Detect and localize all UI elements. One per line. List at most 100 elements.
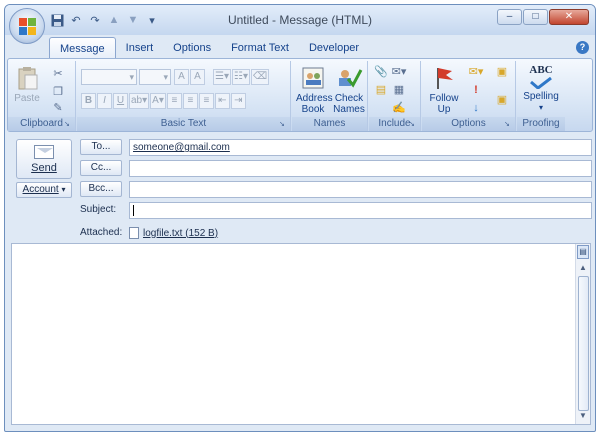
format-painter-icon[interactable]: ✎ xyxy=(50,101,66,115)
tab-insert[interactable]: Insert xyxy=(116,37,164,59)
copy-icon[interactable]: ❐ xyxy=(50,85,66,99)
subject-field[interactable] xyxy=(129,202,592,219)
delivery-icon[interactable]: ▣ xyxy=(494,93,510,107)
align-left-icon[interactable]: ≡ xyxy=(166,93,182,109)
include-launcher-icon[interactable]: ↘ xyxy=(409,120,418,129)
font-size-combo[interactable] xyxy=(139,69,171,85)
options-group: Follow Up ✉▾ ! ↓ ▣ ▣ Options ↘ xyxy=(422,61,516,131)
attached-label: Attached: xyxy=(80,227,123,238)
grow-font-button[interactable]: A xyxy=(174,69,189,85)
scroll-thumb[interactable] xyxy=(578,276,589,411)
basic-text-group-label: Basic Text xyxy=(77,117,290,131)
account-button[interactable]: Account ▾ xyxy=(16,182,72,198)
clear-formatting-icon[interactable]: ⌫ xyxy=(250,69,270,85)
check-names-icon xyxy=(339,69,363,88)
underline-button[interactable]: U xyxy=(113,93,128,109)
high-importance-icon[interactable]: ! xyxy=(468,83,484,97)
spelling-abc-text: ABC xyxy=(529,64,553,76)
shrink-font-button[interactable]: A xyxy=(190,69,205,85)
names-group: Address Book Check Names Names xyxy=(292,61,368,131)
paste-label: Paste xyxy=(14,93,40,104)
envelope-icon xyxy=(34,145,54,159)
align-center-icon[interactable]: ≡ xyxy=(182,93,198,109)
font-color-icon[interactable]: A▾ xyxy=(150,93,166,109)
font-size-buttons: A A xyxy=(174,69,205,85)
address-book-label-1: Address xyxy=(296,93,333,104)
window-controls: – □ ✕ xyxy=(497,9,589,25)
paste-button[interactable]: Paste xyxy=(12,65,42,104)
attach-item-icon[interactable]: ✉▾ xyxy=(391,65,407,79)
numbering-icon[interactable]: ☷▾ xyxy=(231,69,250,85)
check-names-label-1: Check xyxy=(334,93,364,104)
cc-button[interactable]: Cc... xyxy=(80,160,122,176)
ruler-toggle-icon[interactable]: ▤ xyxy=(577,245,589,259)
tab-developer[interactable]: Developer xyxy=(299,37,369,59)
minimize-button[interactable]: – xyxy=(497,9,522,25)
send-button[interactable]: Send xyxy=(16,139,72,179)
check-names-button[interactable]: Check Names xyxy=(332,65,366,115)
calendar-icon[interactable]: ▦ xyxy=(391,83,407,97)
follow-up-flag-icon xyxy=(437,68,453,89)
office-button[interactable] xyxy=(9,8,45,44)
decrease-indent-icon[interactable]: ⇤ xyxy=(214,93,230,109)
follow-up-label-1: Follow xyxy=(429,93,459,104)
spelling-label: Spelling xyxy=(523,91,559,102)
account-dropdown-icon: ▾ xyxy=(61,185,66,194)
cc-field[interactable] xyxy=(129,160,592,177)
attachment-item[interactable]: logfile.txt (152 B) xyxy=(129,225,218,241)
basic-text-group: A A ☰▾ ☷▾ ⌫ B I U ab▾ A▾ ≡ ≡ ≡ ⇤ ⇥ Basic… xyxy=(77,61,291,131)
address-book-icon xyxy=(302,67,324,89)
bcc-field[interactable] xyxy=(129,181,592,198)
text-caret xyxy=(133,204,134,216)
send-label: Send xyxy=(31,162,57,174)
text-file-icon xyxy=(129,227,139,239)
signature-icon[interactable]: ✍▾ xyxy=(391,101,407,128)
to-button[interactable]: To... xyxy=(80,139,122,155)
voting-icon[interactable]: ▣ xyxy=(494,65,510,79)
clipboard-launcher-icon[interactable]: ↘ xyxy=(64,120,73,129)
increase-indent-icon[interactable]: ⇥ xyxy=(230,93,246,109)
font-name-combo[interactable] xyxy=(81,69,137,85)
bullets-icon[interactable]: ☰▾ xyxy=(213,69,231,85)
highlight-icon[interactable]: ab▾ xyxy=(129,93,150,109)
message-body[interactable]: ▤ ▲ ▼ xyxy=(11,243,591,425)
maximize-button[interactable]: □ xyxy=(523,9,548,25)
proofing-group: ABC Spelling ▾ Proofing xyxy=(517,61,565,131)
scroll-down-icon[interactable]: ▼ xyxy=(578,411,588,421)
align-right-icon[interactable]: ≡ xyxy=(198,93,214,109)
help-icon[interactable]: ? xyxy=(576,41,589,54)
basic-text-launcher-icon[interactable]: ↘ xyxy=(279,120,288,129)
bold-button[interactable]: B xyxy=(81,93,96,109)
attach-file-icon[interactable]: 📎 xyxy=(373,65,389,79)
address-book-button[interactable]: Address Book xyxy=(296,65,333,115)
permission-icon[interactable]: ✉▾ xyxy=(468,65,484,79)
cut-icon[interactable]: ✂ xyxy=(50,67,66,81)
format-buttons: B I U ab▾ A▾ ≡ ≡ ≡ ⇤ ⇥ xyxy=(81,93,246,109)
ribbon: Paste ✂ ❐ ✎ Clipboard ↘ A A ☰▾ ☷▾ ⌫ B I xyxy=(7,58,593,132)
check-names-label-2: Names xyxy=(333,104,365,115)
tab-options[interactable]: Options xyxy=(163,37,221,59)
to-value: someone@gmail.com xyxy=(133,142,230,153)
message-window: ↶ ↷ ▲ ▼ ▾ Untitled - Message (HTML) – □ … xyxy=(4,4,596,432)
vertical-scrollbar[interactable]: ▤ ▲ ▼ xyxy=(575,244,590,424)
business-card-icon[interactable]: ▤ xyxy=(373,83,389,97)
attachment-name: logfile.txt (152 B) xyxy=(143,227,219,239)
follow-up-label-2: Up xyxy=(437,104,451,115)
bcc-button[interactable]: Bcc... xyxy=(80,181,122,197)
tab-message[interactable]: Message xyxy=(49,37,116,59)
include-group: 📎 ✉▾ ▤ ▦ ✍▾ Include ↘ xyxy=(369,61,421,131)
spelling-button[interactable]: ABC Spelling ▾ xyxy=(519,65,563,113)
clipboard-group: Paste ✂ ❐ ✎ Clipboard ↘ xyxy=(8,61,76,131)
scroll-up-icon[interactable]: ▲ xyxy=(578,263,588,273)
names-group-label: Names xyxy=(292,117,367,131)
options-launcher-icon[interactable]: ↘ xyxy=(504,120,513,129)
low-importance-icon[interactable]: ↓ xyxy=(468,101,484,115)
spelling-dropdown-icon[interactable]: ▾ xyxy=(539,103,543,112)
options-group-label: Options xyxy=(422,117,515,131)
to-field[interactable]: someone@gmail.com xyxy=(129,139,592,156)
italic-button[interactable]: I xyxy=(97,93,112,109)
close-button[interactable]: ✕ xyxy=(549,9,589,25)
follow-up-button[interactable]: Follow Up xyxy=(426,65,462,115)
title-bar: ↶ ↷ ▲ ▼ ▾ Untitled - Message (HTML) – □ … xyxy=(5,5,595,35)
tab-format-text[interactable]: Format Text xyxy=(221,37,299,59)
